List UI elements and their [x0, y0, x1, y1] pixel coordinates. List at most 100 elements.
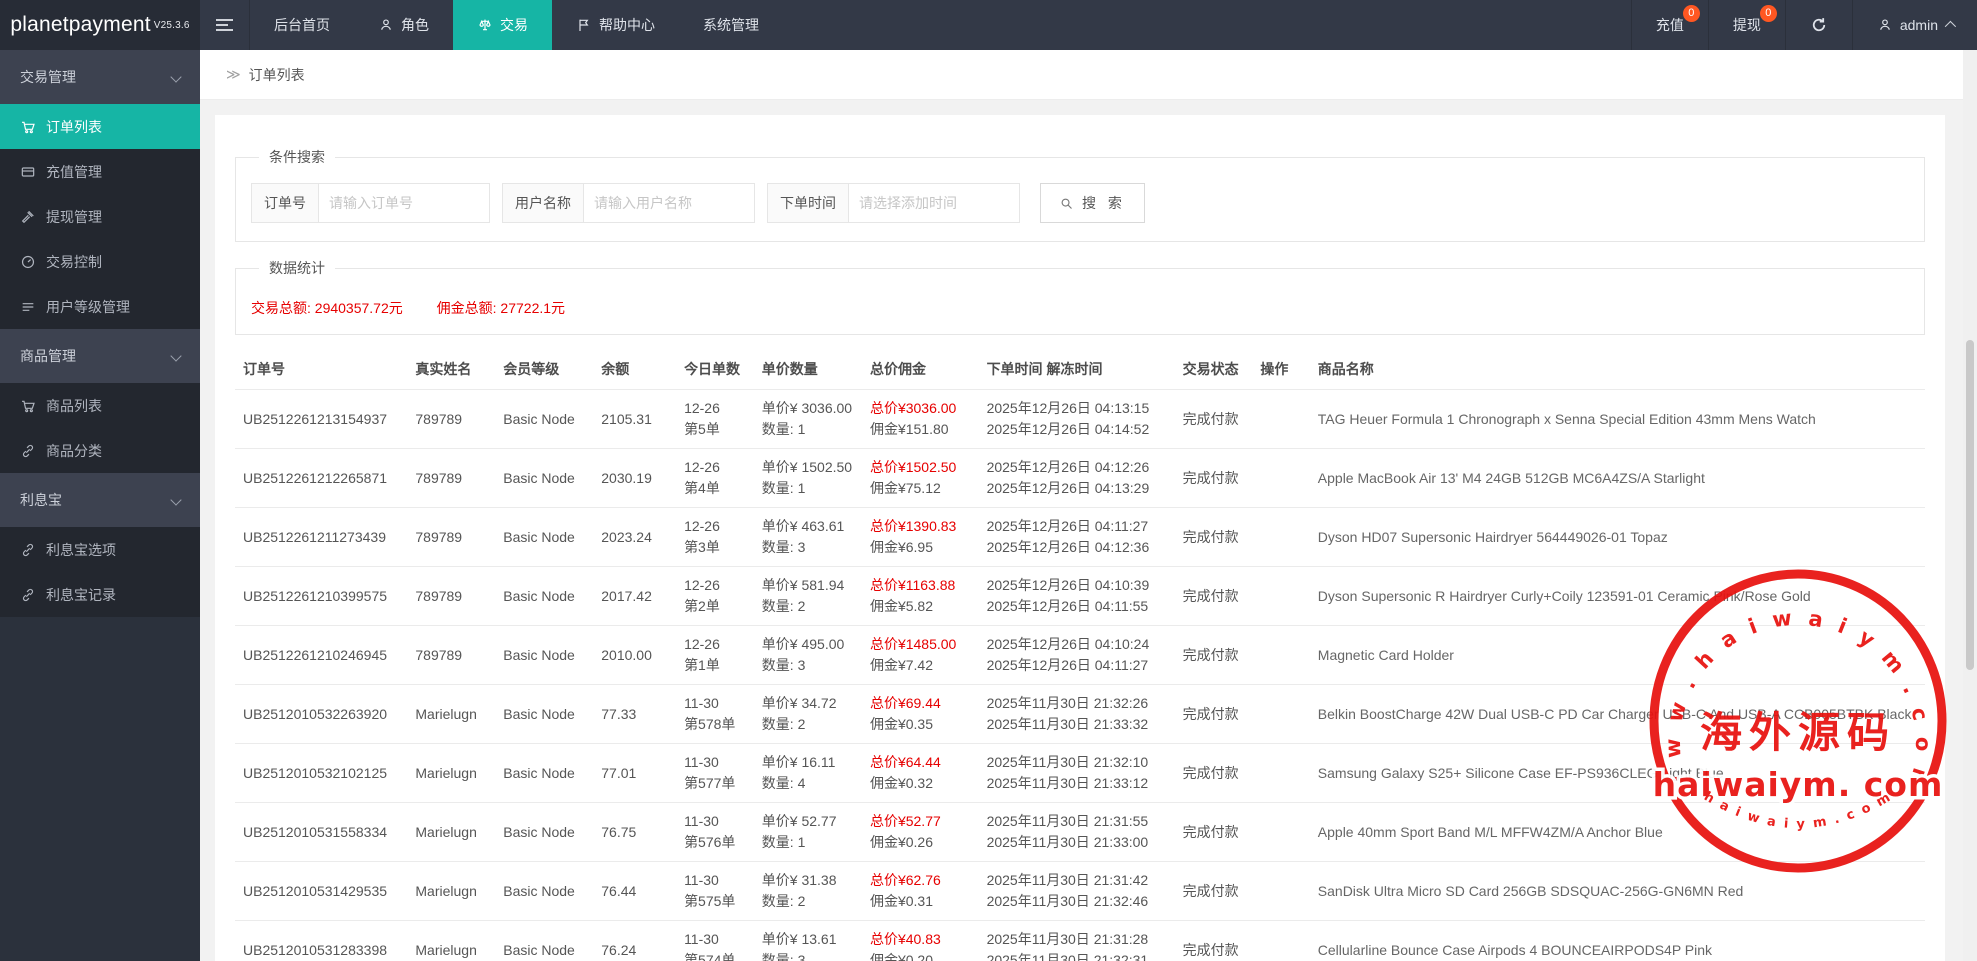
- cell-price-qty: 单价¥ 3036.00 数量: 1: [754, 390, 862, 449]
- order-time-input[interactable]: [849, 184, 1019, 222]
- total-price: 总价¥62.76: [870, 870, 971, 891]
- sidebar-item-withdraw-mgmt[interactable]: 提现管理: [0, 194, 200, 239]
- recharge-notice-button[interactable]: 充值 0: [1631, 0, 1708, 50]
- cell-today-orders: 11-30 第578单: [676, 685, 754, 744]
- unit-price: 单价¥ 463.61: [762, 516, 854, 537]
- commission: 佣金¥5.82: [870, 596, 971, 617]
- vertical-scrollbar[interactable]: [1963, 50, 1977, 961]
- order-time-field-group: 下单时间: [767, 183, 1020, 223]
- cell-product: Dyson Supersonic R Hairdryer Curly+Coily…: [1310, 567, 1925, 626]
- scrollbar-thumb[interactable]: [1966, 340, 1974, 670]
- table-row: UB2512010531558334 Marielugn Basic Node …: [235, 803, 1925, 862]
- total-commission: 佣金总额: 27722.1元: [437, 300, 565, 316]
- order-date: 12-26: [684, 575, 746, 596]
- cell-real-name: Marielugn: [407, 744, 495, 803]
- user-name-input[interactable]: [584, 184, 754, 222]
- nav-item-system[interactable]: 系统管理: [679, 0, 783, 50]
- cell-status: 完成付款: [1175, 862, 1253, 921]
- quantity: 数量: 1: [762, 419, 854, 440]
- sidebar-collapse-button[interactable]: [200, 0, 250, 50]
- link-icon: [20, 587, 36, 603]
- username: admin: [1900, 17, 1938, 33]
- cell-member-level: Basic Node: [495, 862, 593, 921]
- sidebar-item-interest-records[interactable]: 利息宝记录: [0, 572, 200, 617]
- order-seq: 第574单: [684, 950, 746, 961]
- sidebar-item-interest-options[interactable]: 利息宝选项: [0, 527, 200, 572]
- nav-item-dashboard[interactable]: 后台首页: [250, 0, 354, 50]
- order-no-input[interactable]: [319, 184, 489, 222]
- order-time: 2025年11月30日 21:31:28: [987, 929, 1167, 950]
- sidebar-item-recharge-mgmt[interactable]: 充值管理: [0, 149, 200, 194]
- sidebar-item-order-list[interactable]: 订单列表: [0, 104, 200, 149]
- order-seq: 第3单: [684, 537, 746, 558]
- column-header-0: 订单号: [235, 349, 407, 390]
- search-icon: [1059, 196, 1074, 211]
- cell-member-level: Basic Node: [495, 626, 593, 685]
- total-price: 总价¥1390.83: [870, 516, 971, 537]
- column-header-6: 总价佣金: [862, 349, 979, 390]
- cell-status: 完成付款: [1175, 508, 1253, 567]
- cell-product: Belkin BoostCharge 42W Dual USB-C PD Car…: [1310, 685, 1925, 744]
- cell-status: 完成付款: [1175, 626, 1253, 685]
- group-title: 交易管理: [20, 69, 76, 85]
- refresh-button[interactable]: [1785, 0, 1852, 50]
- breadcrumb: ≫ 订单列表: [200, 50, 1977, 100]
- order-time: 2025年12月26日 04:10:39: [987, 575, 1167, 596]
- cell-status: 完成付款: [1175, 567, 1253, 626]
- sidebar-item-label: 提现管理: [46, 207, 102, 227]
- cell-order-no: UB2512010531558334: [235, 803, 407, 862]
- withdraw-notice-button[interactable]: 提现 0: [1708, 0, 1785, 50]
- sidebar-group-trade[interactable]: 交易管理: [0, 50, 200, 104]
- order-time-label: 下单时间: [768, 184, 849, 222]
- link-icon: [20, 542, 36, 558]
- page-title: 订单列表: [249, 65, 305, 85]
- order-time: 2025年12月26日 04:12:26: [987, 457, 1167, 478]
- sidebar-item-goods-list[interactable]: 商品列表: [0, 383, 200, 428]
- cell-product: Apple 40mm Sport Band M/L MFFW4ZM/A Anch…: [1310, 803, 1925, 862]
- cell-status: 完成付款: [1175, 803, 1253, 862]
- navbar-right: 充值 0 提现 0 admin: [1631, 0, 1977, 50]
- quantity: 数量: 2: [762, 891, 854, 912]
- cell-balance: 76.24: [593, 921, 676, 961]
- sidebar-item-goods-category[interactable]: 商品分类: [0, 428, 200, 473]
- unit-price: 单价¥ 16.11: [762, 752, 854, 773]
- cell-today-orders: 12-26 第3单: [676, 508, 754, 567]
- cell-member-level: Basic Node: [495, 803, 593, 862]
- column-header-7: 下单时间 解冻时间: [979, 349, 1175, 390]
- nav-item-help-center[interactable]: 帮助中心: [552, 0, 679, 50]
- user-menu[interactable]: admin: [1852, 0, 1977, 50]
- nav-item-label: 帮助中心: [599, 15, 655, 35]
- sidebar-item-trade-control[interactable]: 交易控制: [0, 239, 200, 284]
- order-time: 2025年12月26日 04:10:24: [987, 634, 1167, 655]
- nav-item-trade[interactable]: 交易: [453, 0, 552, 50]
- cell-balance: 2105.31: [593, 390, 676, 449]
- cell-today-orders: 11-30 第574单: [676, 921, 754, 961]
- commission: 佣金¥0.20: [870, 950, 971, 961]
- nav-item-roles[interactable]: 角色: [354, 0, 453, 50]
- sidebar-group-interest[interactable]: 利息宝: [0, 473, 200, 527]
- cell-order-no: UB2512261211273439: [235, 508, 407, 567]
- link-icon: [20, 443, 36, 459]
- recharge-label: 充值: [1656, 15, 1684, 35]
- sidebar-item-user-level-mgmt[interactable]: 用户等级管理: [0, 284, 200, 329]
- quantity: 数量: 3: [762, 950, 854, 961]
- sidebar-group-goods[interactable]: 商品管理: [0, 329, 200, 383]
- quantity: 数量: 1: [762, 478, 854, 499]
- table-row: UB2512010532102125 Marielugn Basic Node …: [235, 744, 1925, 803]
- cell-real-name: 789789: [407, 508, 495, 567]
- table-row: UB2512261210399575 789789 Basic Node 201…: [235, 567, 1925, 626]
- cell-times: 2025年11月30日 21:32:26 2025年11月30日 21:33:3…: [979, 685, 1175, 744]
- unfreeze-time: 2025年12月26日 04:12:36: [987, 537, 1167, 558]
- cell-real-name: Marielugn: [407, 685, 495, 744]
- search-button[interactable]: 搜 索: [1040, 183, 1145, 223]
- sidebar-item-label: 利息宝选项: [46, 540, 116, 560]
- cell-times: 2025年12月26日 04:11:27 2025年12月26日 04:12:3…: [979, 508, 1175, 567]
- unit-price: 单价¥ 495.00: [762, 634, 854, 655]
- sidebar-item-label: 利息宝记录: [46, 585, 116, 605]
- cell-times: 2025年12月26日 04:12:26 2025年12月26日 04:13:2…: [979, 449, 1175, 508]
- chevron-down-icon: [170, 494, 181, 505]
- group-title: 利息宝: [20, 492, 62, 508]
- cell-balance: 76.75: [593, 803, 676, 862]
- cell-status: 完成付款: [1175, 449, 1253, 508]
- unit-price: 单价¥ 31.38: [762, 870, 854, 891]
